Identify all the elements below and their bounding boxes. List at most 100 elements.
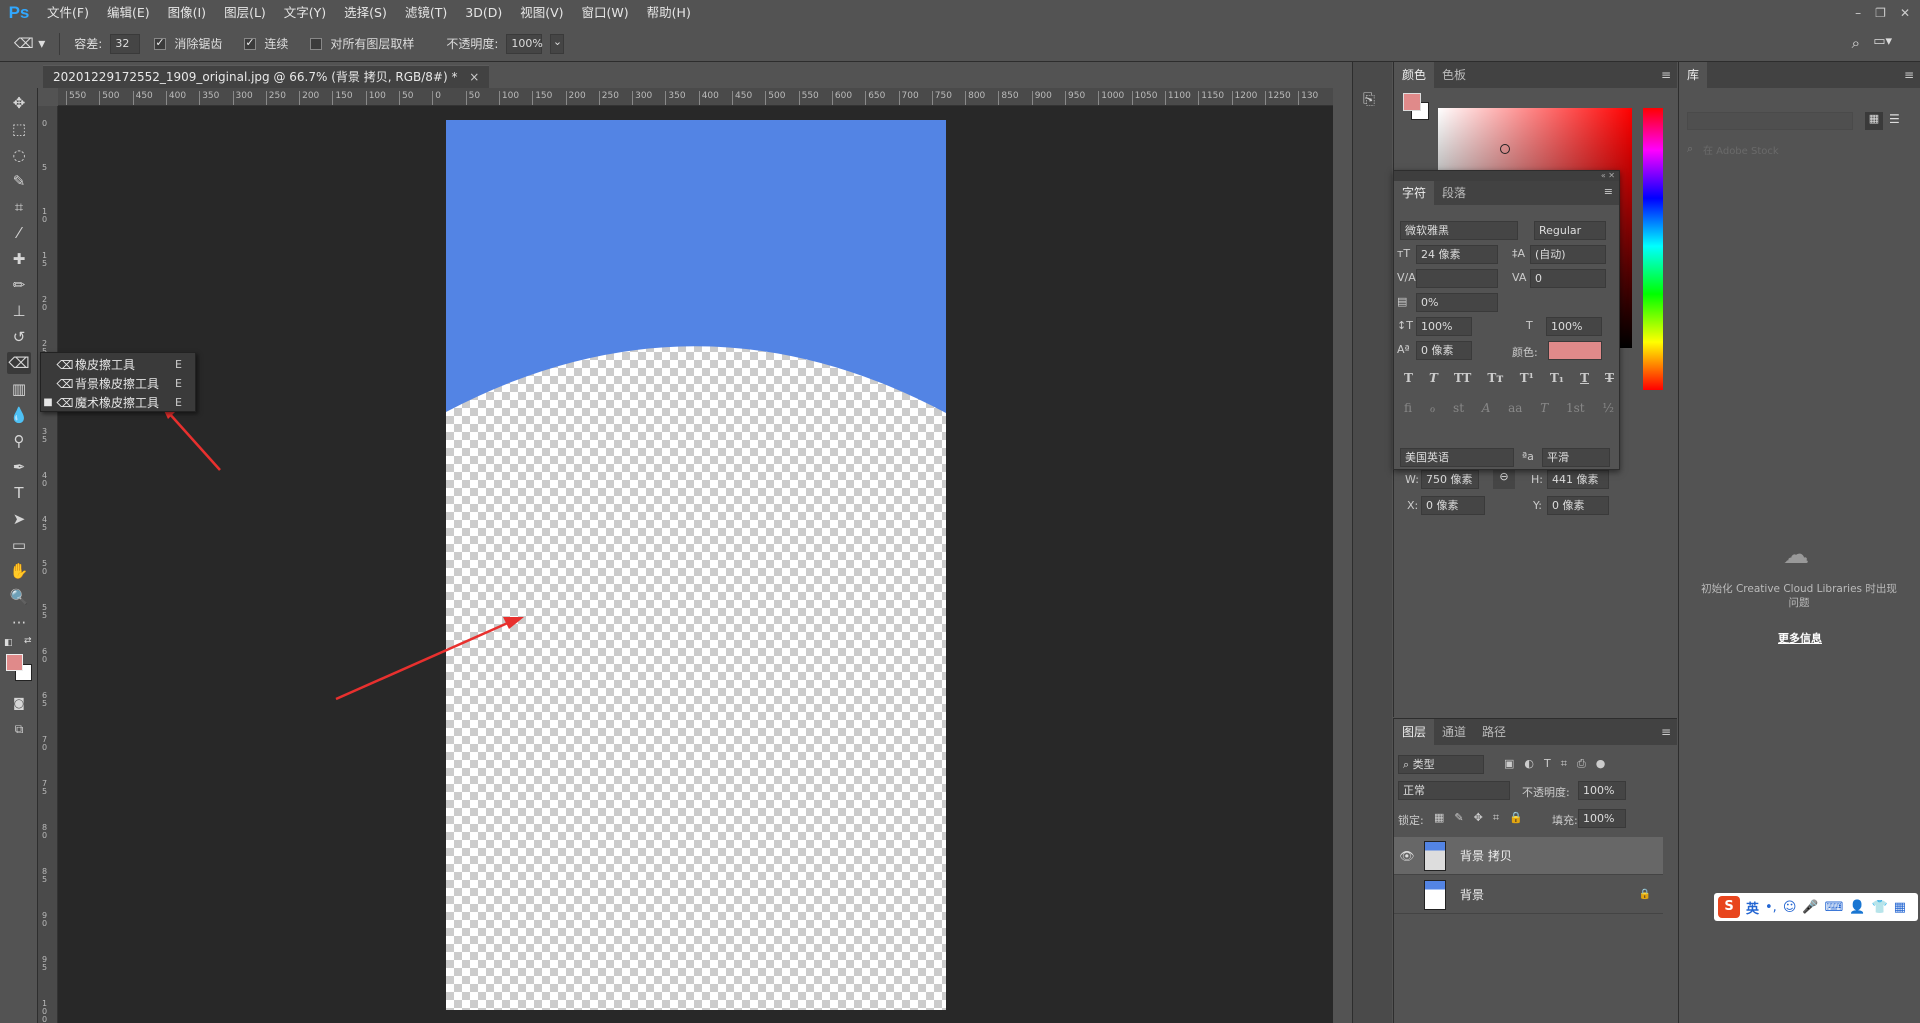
hue-slider[interactable] [1643, 108, 1663, 390]
crop-tool-icon[interactable]: ⌗ [7, 196, 31, 218]
character-panel-menu-icon[interactable]: ≡ [1604, 185, 1613, 198]
restore-button[interactable]: ❐ [1875, 6, 1886, 20]
blend-mode-select[interactable]: 正常 [1398, 781, 1510, 800]
minimize-button[interactable]: – [1855, 6, 1861, 20]
stylistic-alternates-button[interactable]: aa [1508, 401, 1522, 415]
quick-select-tool-icon[interactable]: ✎ [7, 170, 31, 192]
close-button[interactable]: ✕ [1900, 6, 1910, 20]
dodge-tool-icon[interactable]: ⚲ [7, 430, 31, 452]
gradient-tool-icon[interactable]: ▥ [7, 378, 31, 400]
path-select-tool-icon[interactable]: ➤ [7, 508, 31, 530]
pen-tool-icon[interactable]: ✒ [7, 456, 31, 478]
layer-opacity-input[interactable]: 100% [1578, 781, 1626, 800]
stamp-tool-icon[interactable]: ⊥ [7, 300, 31, 322]
flyout-item-background-eraser[interactable]: ⌫ 背景橡皮擦工具 E [41, 374, 195, 393]
tab-channels[interactable]: 通道 [1434, 719, 1474, 745]
tsume-input[interactable]: 0% [1416, 293, 1498, 312]
list-view-icon[interactable]: ☰ [1889, 112, 1900, 126]
menu-edit[interactable]: 编辑(E) [98, 0, 159, 26]
menu-type[interactable]: 文字(Y) [275, 0, 335, 26]
tab-character[interactable]: 字符 [1394, 181, 1435, 205]
layer-row-background-copy[interactable]: 👁 背景 拷贝 [1394, 837, 1663, 875]
skin-icon[interactable]: 👕 [1872, 900, 1888, 915]
stock-search-input[interactable]: 在 Adobe Stock [1703, 142, 1779, 157]
antialias-select[interactable]: 平滑 [1542, 448, 1610, 467]
language-select[interactable]: 美国英语 [1400, 448, 1514, 467]
lock-position-icon[interactable]: ✥ [1474, 811, 1483, 825]
menu-3d[interactable]: 3D(D) [456, 0, 511, 26]
color-panel-fg-swatch[interactable] [1403, 93, 1421, 111]
tab-color[interactable]: 颜色 [1394, 62, 1435, 88]
keyboard-icon[interactable]: ⌨ [1825, 900, 1844, 915]
filter-shape-icon[interactable]: ⌗ [1561, 757, 1567, 771]
marquee-tool-icon[interactable]: ⬚ [7, 118, 31, 140]
font-style-select[interactable]: Regular [1534, 221, 1606, 240]
faux-bold-button[interactable]: T [1404, 371, 1413, 385]
ligatures-button[interactable]: fi [1404, 401, 1412, 415]
filter-pixel-icon[interactable]: ▣ [1504, 757, 1514, 771]
menu-select[interactable]: 选择(S) [335, 0, 396, 26]
tracking-input[interactable]: 0 [1530, 269, 1606, 288]
link-icon[interactable]: ⊖ [1493, 470, 1515, 489]
foreground-color-swatch[interactable] [6, 654, 23, 671]
layers-panel-menu-icon[interactable]: ≡ [1661, 725, 1671, 739]
leading-input[interactable]: (自动) [1530, 245, 1606, 264]
discretionary-ligatures-button[interactable]: st [1453, 401, 1464, 415]
superscript-button[interactable]: T¹ [1520, 371, 1534, 385]
tab-layers[interactable]: 图层 [1394, 719, 1435, 745]
opacity-input[interactable]: 100% [506, 33, 543, 54]
toolbox-icon[interactable]: ▦ [1894, 900, 1906, 915]
emoji-icon[interactable]: ☺ [1783, 900, 1797, 915]
grid-view-icon[interactable]: ▦ [1865, 112, 1883, 130]
filter-type-icon[interactable]: T [1544, 757, 1551, 771]
strikethrough-button[interactable]: T [1605, 371, 1614, 385]
font-size-input[interactable]: 24 像素 [1416, 245, 1498, 264]
small-caps-button[interactable]: Tт [1487, 371, 1503, 385]
document-canvas[interactable] [446, 120, 946, 1010]
hand-tool-icon[interactable]: ✋ [7, 560, 31, 582]
libraries-panel-menu-icon[interactable]: ≡ [1904, 68, 1914, 82]
more-tools-icon[interactable]: ··· [7, 612, 31, 634]
swash-button[interactable]: A [1482, 401, 1491, 415]
move-tool-icon[interactable]: ✥ [7, 92, 31, 114]
menu-window[interactable]: 窗口(W) [573, 0, 638, 26]
eraser-tool-icon[interactable]: ⌫ [7, 352, 31, 374]
kerning-input[interactable] [1416, 269, 1498, 288]
workspace-icon[interactable]: ▭▾ [1873, 34, 1892, 49]
type-tool-icon[interactable]: T [7, 482, 31, 504]
punctuation-icon[interactable]: •, [1765, 900, 1777, 915]
menu-help[interactable]: 帮助(H) [638, 0, 700, 26]
screen-mode-icon[interactable]: ⧉ [7, 718, 31, 740]
filter-toggle-icon[interactable]: ● [1596, 757, 1606, 771]
flyout-item-magic-eraser[interactable]: ■ ⌫ 魔术橡皮擦工具 E [41, 393, 195, 412]
zoom-tool-icon[interactable]: 🔍 [7, 586, 31, 608]
titling-button[interactable]: T [1540, 401, 1548, 415]
default-colors-icon[interactable]: ◧ [4, 638, 13, 648]
blur-tool-icon[interactable]: 💧 [7, 404, 31, 426]
w-input[interactable]: 750 像素 [1421, 470, 1479, 489]
healing-tool-icon[interactable]: ✚ [7, 248, 31, 270]
baseline-shift-input[interactable]: 0 像素 [1416, 341, 1472, 360]
more-info-link[interactable]: 更多信息 [1679, 630, 1920, 646]
tolerance-input[interactable]: 32 [110, 33, 141, 54]
character-panel-titlebar[interactable]: « ✕ [1394, 171, 1619, 181]
vertical-scale-input[interactable]: 100% [1416, 317, 1472, 336]
visibility-toggle-empty[interactable] [1394, 888, 1420, 902]
ordinals-button[interactable]: 1st [1566, 401, 1585, 415]
x-input[interactable]: 0 像素 [1421, 496, 1485, 515]
sogou-logo-icon[interactable]: S [1718, 896, 1740, 918]
history-panel-icon[interactable]: ⎘ [1363, 90, 1375, 108]
tab-libraries[interactable]: 库 [1679, 62, 1708, 88]
document-tab[interactable]: 20201229172552_1909_original.jpg @ 66.7%… [43, 65, 490, 88]
all-caps-button[interactable]: TT [1454, 371, 1471, 385]
tab-paths[interactable]: 路径 [1474, 719, 1514, 745]
library-select[interactable] [1687, 112, 1853, 130]
microphone-icon[interactable]: 🎤 [1802, 900, 1818, 915]
fractions-button[interactable]: ½ [1602, 401, 1614, 415]
h-input[interactable]: 441 像素 [1547, 470, 1609, 489]
quick-mask-icon[interactable]: ◙ [7, 692, 31, 714]
lock-transparency-icon[interactable]: ▦ [1434, 811, 1444, 825]
eyedropper-tool-icon[interactable]: ⁄ [7, 222, 31, 244]
menu-view[interactable]: 视图(V) [511, 0, 572, 26]
font-family-select[interactable]: 微软雅黑 [1400, 221, 1518, 240]
